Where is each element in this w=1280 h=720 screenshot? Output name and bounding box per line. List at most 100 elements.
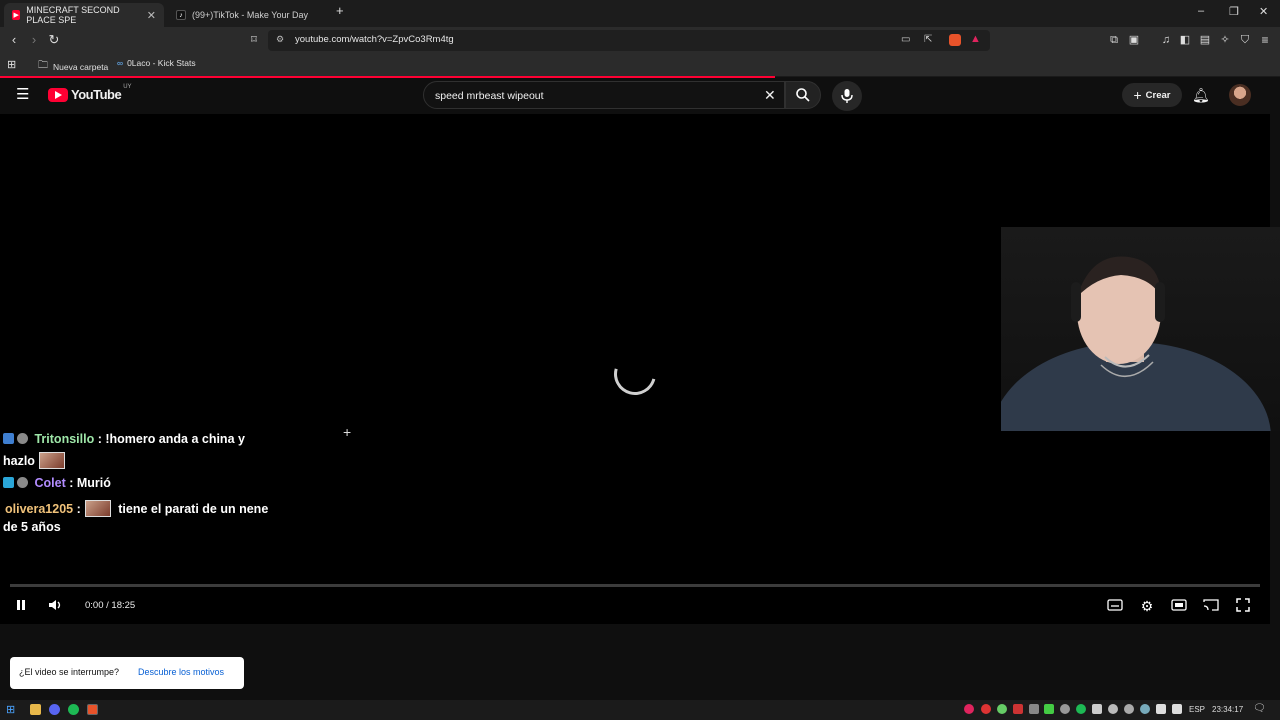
notifications-bell-icon[interactable]: 🔔︎ <box>1192 87 1210 104</box>
miniplayer-icon <box>1171 599 1187 611</box>
site-info-icon[interactable]: ⚙ <box>276 34 284 45</box>
tray-network-icon[interactable] <box>1156 704 1166 714</box>
menu-icon[interactable]: ≡ <box>1257 32 1273 48</box>
brave-browser-icon[interactable] <box>87 704 98 715</box>
address-bar[interactable]: ⚙ youtube.com/watch?v=ZpvCo3Rm4tg ▭ ⇱ ▲ <box>268 30 990 51</box>
notice-link[interactable]: Descubre los motivos <box>138 667 224 677</box>
browser-toolbar: ‹ › ↻ ⌑ ⚙ youtube.com/watch?v=ZpvCo3Rm4t… <box>0 27 1280 53</box>
tab-title: MINECRAFT SECOND PLACE SPE <box>26 5 120 25</box>
voice-search-button[interactable] <box>832 81 862 111</box>
vpn-icon[interactable]: ⛉ <box>1237 32 1253 48</box>
gift-badge-icon <box>17 433 28 444</box>
media-icon[interactable]: ♫ <box>1158 32 1174 48</box>
forward-icon[interactable]: › <box>26 32 42 48</box>
spotify-icon[interactable] <box>68 704 79 715</box>
tiktok-favicon-icon: ♪ <box>176 10 186 20</box>
brave-shield-icon[interactable] <box>949 34 961 46</box>
chat-username: Colet <box>34 476 66 490</box>
volume-icon <box>49 600 61 610</box>
windows-taskbar: ⊞ ESP 23:34:17 🗨︎ <box>0 700 1280 720</box>
keyboard-language[interactable]: ESP <box>1189 705 1205 714</box>
search-icon <box>796 88 810 102</box>
tray-discord-icon[interactable] <box>1124 704 1134 714</box>
youtube-favicon-icon: ▶ <box>12 10 21 20</box>
tray-app-icon[interactable] <box>1044 704 1054 714</box>
close-tab-icon[interactable]: ✕ <box>147 9 156 22</box>
discord-icon[interactable] <box>49 704 60 715</box>
wallet-icon[interactable]: ▤ <box>1197 32 1213 48</box>
bookmark-page-icon[interactable]: ⌑ <box>246 32 262 48</box>
share-icon[interactable]: ⇱ <box>924 34 932 45</box>
settings-gear-icon[interactable]: ⚙ <box>1139 598 1155 614</box>
create-button[interactable]: + Crear <box>1122 83 1182 107</box>
tray-app-icon[interactable] <box>1108 704 1118 714</box>
chat-username: Tritonsillo <box>34 432 95 446</box>
tray-app-icon[interactable] <box>964 704 974 714</box>
chat-text: Murió <box>76 476 111 490</box>
emote-icon <box>38 452 65 469</box>
folder-icon: 🗀 <box>38 60 48 71</box>
video-progress-bar[interactable] <box>10 584 1260 587</box>
subtitles-button[interactable] <box>1107 598 1123 614</box>
chat-text: tiene el parati de un nene <box>118 502 269 516</box>
fullscreen-button[interactable] <box>1235 598 1251 614</box>
back-icon[interactable]: ‹ <box>6 32 22 48</box>
bookmark-nueva-carpeta[interactable]: 🗀 Nueva carpeta <box>38 58 108 75</box>
search-query: speed mrbeast wipeout <box>435 90 544 102</box>
subtitles-icon <box>1107 599 1123 611</box>
logo-text: YouTube <box>71 87 122 102</box>
tab-youtube[interactable]: ▶ MINECRAFT SECOND PLACE SPE ✕ <box>4 3 164 27</box>
tab-title: (99+)TikTok - Make Your Day <box>192 10 308 20</box>
cursor-crosshair-icon: + <box>343 424 352 440</box>
restore-icon[interactable]: ❐ <box>1229 5 1239 18</box>
theater-mode-button[interactable] <box>1171 598 1187 614</box>
apps-grid-icon[interactable]: ⊞ <box>7 58 16 71</box>
chat-message: olivera1205 : tiene el parati de un nene <box>5 500 269 517</box>
kick-stats-icon: ∞ <box>117 58 124 68</box>
sidebar-icon[interactable]: ◧ <box>1177 32 1193 48</box>
youtube-header: ☰ YouTube UY speed mrbeast wipeout ✕ + C… <box>0 78 1280 114</box>
tray-record-icon[interactable] <box>1013 704 1023 714</box>
close-window-icon[interactable]: ✕ <box>1259 5 1268 18</box>
brave-rewards-icon[interactable]: ▲ <box>970 33 981 45</box>
chat-username: olivera1205 <box>5 502 74 516</box>
tray-app-icon[interactable] <box>981 704 991 714</box>
install-app-icon[interactable]: ▭ <box>901 34 910 45</box>
bookmarks-bar: ⊞ 🗀 Nueva carpeta ∞ 0Laco - Kick Stats <box>0 53 1280 77</box>
search-input[interactable]: speed mrbeast wipeout ✕ <box>423 81 785 109</box>
chat-message-continuation: hazlo <box>3 452 69 469</box>
notifications-center-icon[interactable]: 🗨︎ <box>1253 703 1266 714</box>
bookmark-kick-stats[interactable]: ∞ 0Laco - Kick Stats <box>117 58 196 68</box>
pause-button[interactable] <box>13 598 29 614</box>
webcam-overlay <box>1001 227 1280 431</box>
microphone-icon <box>841 89 853 103</box>
tray-spotify-icon[interactable] <box>1076 704 1086 714</box>
leo-ai-icon[interactable]: ✧ <box>1217 32 1233 48</box>
avatar[interactable] <box>1229 84 1251 106</box>
extensions-icon[interactable]: ⧉ <box>1106 32 1122 48</box>
reload-icon[interactable]: ↻ <box>46 32 62 48</box>
tab-tiktok[interactable]: ♪ (99+)TikTok - Make Your Day <box>168 3 328 27</box>
tray-app-icon[interactable] <box>997 704 1007 714</box>
minimize-icon[interactable]: – <box>1198 5 1204 17</box>
cast-button[interactable] <box>1203 598 1219 614</box>
youtube-play-icon <box>48 87 68 102</box>
tray-app-icon[interactable] <box>1029 704 1039 714</box>
guide-menu-icon[interactable]: ☰ <box>16 87 29 103</box>
reader-icon[interactable]: ▣ <box>1126 32 1142 48</box>
clear-search-icon[interactable]: ✕ <box>764 87 776 104</box>
browser-tab-strip: ▶ MINECRAFT SECOND PLACE SPE ✕ ♪ (99+)Ti… <box>0 0 1280 27</box>
chat-text: hazlo <box>3 454 35 468</box>
youtube-logo[interactable]: YouTube UY <box>48 84 132 102</box>
tray-steam-icon[interactable] <box>1140 704 1150 714</box>
tray-volume-icon[interactable] <box>1172 704 1182 714</box>
volume-button[interactable] <box>48 598 64 614</box>
windows-start-icon[interactable]: ⊞ <box>6 703 15 716</box>
system-clock[interactable]: 23:34:17 <box>1212 705 1243 714</box>
fullscreen-icon <box>1236 598 1250 612</box>
search-button[interactable] <box>785 81 821 109</box>
file-explorer-icon[interactable] <box>30 704 41 715</box>
new-tab-icon[interactable]: + <box>336 3 344 18</box>
tray-microphone-icon[interactable] <box>1092 704 1102 714</box>
tray-app-icon[interactable] <box>1060 704 1070 714</box>
